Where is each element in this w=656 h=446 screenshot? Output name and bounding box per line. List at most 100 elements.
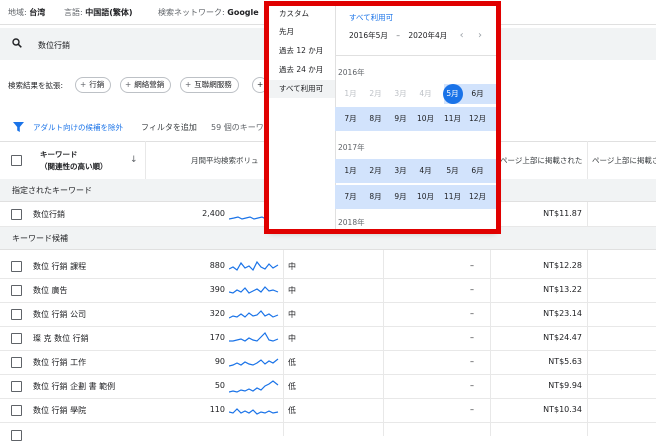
preset-all-available[interactable]: すべて利用可 [269, 80, 335, 98]
expand-chip-2[interactable]: + 網絡營銷 [120, 77, 172, 93]
header-monthly-volume[interactable]: 月間平均検索ボリュ [191, 155, 259, 166]
month-cell[interactable]: 7月 [338, 186, 363, 208]
chevron-right-icon[interactable]: › [478, 30, 482, 41]
competition-cell: 中 [288, 310, 296, 319]
adult-exclude-filter[interactable]: アダルト向けの候補を除外 [33, 122, 123, 133]
month-cell[interactable]: 10月 [413, 186, 438, 208]
row-checkbox[interactable] [11, 405, 22, 416]
expand-chip-more[interactable]: + [252, 77, 269, 93]
month-cell[interactable]: 8月 [363, 108, 388, 130]
month-row-2016-1: 1月 2月 3月 4月 5月 6月 [335, 83, 496, 105]
table-row[interactable]: 数位 行銷 課程 880 中 – NT$12.28 [0, 254, 656, 279]
month-cell: 3月 [394, 89, 407, 98]
expand-label: 検索結果を拡張: [8, 81, 64, 90]
month-cell[interactable]: 1月 [338, 160, 363, 182]
month-cell: 1月 [344, 89, 357, 98]
trend-sparkline [229, 286, 279, 294]
month-row-2017-2: 7月 8月 9月 10月 11月 12月 [335, 186, 496, 208]
select-all-checkbox[interactable] [11, 155, 22, 166]
keyword-cell: 数位 行銷 課程 [33, 262, 87, 271]
end-date-input[interactable]: 2020年4月 [408, 31, 447, 40]
header-keyword[interactable]: キーワード [40, 149, 78, 160]
month-cell: 4月 [419, 89, 432, 98]
expand-chip-3[interactable]: + 互聯網服務 [180, 77, 239, 93]
preset-last-month[interactable]: 先月 [269, 23, 335, 41]
row-checkbox[interactable] [11, 261, 22, 272]
range-inputs: 2016年5月 – 2020年4月 ‹ › [349, 30, 482, 41]
row-checkbox[interactable] [11, 357, 22, 368]
keyword-cell: 数位 廣告 [33, 286, 68, 295]
year-label-2018: 2018年 [338, 218, 365, 227]
competition-cell: 中 [288, 334, 296, 343]
competition-cell: 中 [288, 262, 296, 271]
bid-low-cell: NT$10.34 [543, 405, 582, 414]
network-label: 検索ネットワーク: [158, 8, 225, 17]
language-value: 中国語(繁体) [85, 8, 133, 17]
month-cell[interactable]: 9月 [388, 108, 413, 130]
month-cell[interactable]: 6月 [465, 160, 490, 182]
month-cell[interactable]: 11月 [440, 108, 465, 130]
volume-cell: 170 [209, 333, 225, 342]
header-keyword-sort: （関連性の高い順） [40, 162, 108, 171]
month-cell[interactable]: 8月 [363, 186, 388, 208]
row-checkbox[interactable] [11, 209, 22, 220]
row-checkbox[interactable] [11, 381, 22, 392]
month-cell[interactable]: 12月 [465, 108, 490, 130]
row-checkbox[interactable] [11, 285, 22, 296]
volume-cell: 320 [209, 309, 225, 318]
impression-share-cell: – [470, 357, 474, 366]
month-cell-selected-start[interactable]: 5月 [440, 83, 465, 105]
competition-cell: 中 [288, 286, 296, 295]
chevron-left-icon[interactable]: ‹ [460, 30, 464, 41]
keyword-count: 59 個のキーワ [211, 123, 264, 132]
month-cell[interactable]: 12月 [465, 186, 490, 208]
bid-low-cell: NT$11.87 [543, 209, 582, 218]
volume-cell: 390 [209, 285, 225, 294]
chip-label: + [257, 80, 264, 89]
volume-cell: 110 [209, 405, 225, 414]
row-checkbox[interactable] [11, 333, 22, 344]
expand-results-bar: 検索結果を拡張: + 行銷 + 網絡營銷 + 互聯網服務 + [0, 73, 270, 95]
bid-low-cell: NT$9.94 [548, 381, 582, 390]
month-cell[interactable]: 3月 [388, 160, 413, 182]
table-row[interactable]: 数位 行銷 企劃 書 範例 50 低 – NT$9.94 [0, 374, 656, 399]
table-row[interactable]: 数位 行銷 學院 110 低 – NT$10.34 [0, 398, 656, 423]
sort-arrow-down-icon[interactable]: ↓ [130, 155, 138, 165]
table-row[interactable]: 数位 廣告 390 中 – NT$13.22 [0, 278, 656, 303]
filter-icon[interactable] [13, 122, 24, 132]
chip-label: 互聯網服務 [194, 80, 232, 89]
competition-cell: 低 [288, 382, 296, 391]
header-top-bid-low[interactable]: ページ上部に掲載された(低 [500, 155, 582, 166]
search-input[interactable]: 数位行銷 [38, 40, 70, 51]
network-selector[interactable]: 検索ネットワーク: Google [158, 7, 259, 18]
month-cell[interactable]: 5月 [440, 160, 465, 182]
table-row[interactable]: 璨 克 数位 行銷 170 中 – NT$24.47 [0, 326, 656, 351]
month-cell[interactable]: 6月 [465, 83, 490, 105]
location-selector[interactable]: 地域: 台湾 [8, 7, 45, 18]
table-row-partial [0, 422, 656, 446]
month-cell: 2月 [369, 89, 382, 98]
month-cell[interactable]: 10月 [413, 108, 438, 130]
row-checkbox[interactable] [11, 309, 22, 320]
start-date-input[interactable]: 2016年5月 [349, 31, 388, 40]
volume-cell: 90 [214, 357, 225, 366]
month-cell[interactable]: 11月 [440, 186, 465, 208]
trend-sparkline [229, 215, 271, 220]
month-cell[interactable]: 7月 [338, 108, 363, 130]
header-top-bid-high[interactable]: ページ上部に掲載さ [592, 155, 656, 166]
month-calendar: すべて利用可 2016年5月 – 2020年4月 ‹ › 2016年 1月 2月… [335, 5, 496, 231]
table-row[interactable]: 数位 行銷 公司 320 中 – NT$23.14 [0, 302, 656, 327]
month-cell[interactable]: 4月 [413, 160, 438, 182]
chip-label: 行銷 [89, 80, 105, 89]
year-label-2017: 2017年 [338, 143, 365, 152]
preset-last-24-months[interactable]: 過去 24 か月 [269, 61, 335, 79]
preset-last-12-months[interactable]: 過去 12 か月 [269, 42, 335, 60]
expand-chip-1[interactable]: + 行銷 [75, 77, 112, 93]
language-selector[interactable]: 言語: 中国語(繁体) [64, 7, 133, 18]
month-cell[interactable]: 2月 [363, 160, 388, 182]
table-row[interactable]: 数位 行銷 工作 90 低 – NT$5.63 [0, 350, 656, 375]
month-cell[interactable]: 9月 [388, 186, 413, 208]
search-icon [12, 38, 22, 48]
preset-custom[interactable]: カスタム [269, 5, 335, 23]
add-filter-button[interactable]: フィルタを追加 [141, 122, 197, 133]
